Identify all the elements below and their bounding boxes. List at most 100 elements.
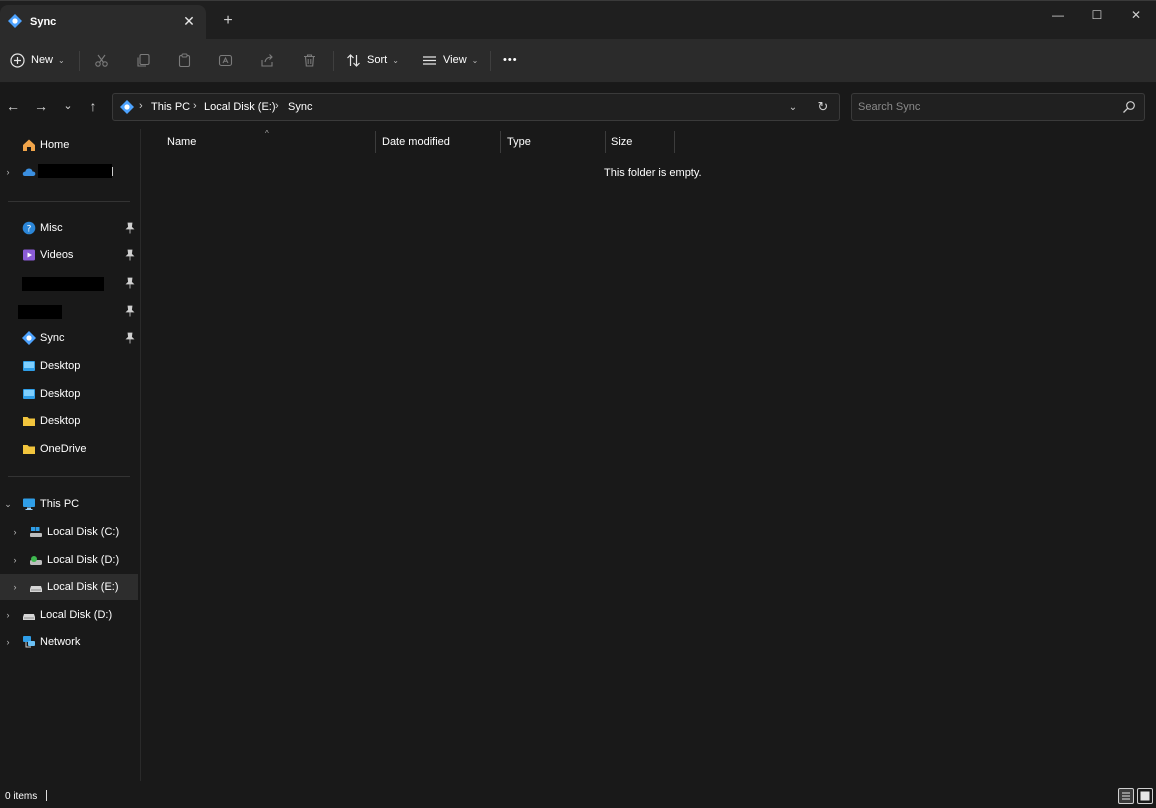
- sort-button[interactable]: Sort ⌄: [346, 49, 399, 71]
- sidebar-item-network[interactable]: › Network: [0, 629, 138, 655]
- close-window-button[interactable]: ✕: [1121, 5, 1151, 25]
- sync-icon: [8, 14, 22, 28]
- column-header-name[interactable]: Name: [167, 136, 196, 148]
- rename-button[interactable]: [218, 49, 233, 71]
- redacted-label: [18, 305, 62, 319]
- breadcrumb-this-pc[interactable]: This PC: [151, 101, 190, 113]
- navigation-pane: Home › ? Misc Videos Sync Desktop Deskto…: [0, 129, 141, 781]
- chevron-down-icon: ⌄: [392, 55, 399, 65]
- thumbnails-view-button[interactable]: [1137, 788, 1153, 804]
- sidebar-item-label: Local Disk (D:): [40, 609, 113, 621]
- chevron-right-icon[interactable]: ›: [3, 609, 13, 621]
- tab-sync[interactable]: Sync ✕: [0, 5, 206, 39]
- delete-button[interactable]: [302, 49, 317, 71]
- sidebar-item-redacted[interactable]: [0, 298, 138, 324]
- file-list-pane[interactable]: ^ Name Date modified Type Size This fold…: [141, 129, 1156, 781]
- pin-icon: [125, 332, 135, 344]
- more-options-button[interactable]: •••: [503, 49, 518, 71]
- drive-icon: [30, 556, 42, 565]
- column-divider[interactable]: [605, 131, 606, 153]
- share-button[interactable]: [260, 49, 275, 71]
- up-button[interactable]: ↑: [84, 97, 102, 115]
- redacted-label: [22, 277, 104, 291]
- sidebar-item-videos[interactable]: Videos: [0, 242, 138, 268]
- copy-button[interactable]: [136, 49, 151, 71]
- sort-icon: [347, 53, 360, 67]
- system-drive-icon: [30, 527, 42, 537]
- sidebar-item-home[interactable]: Home: [0, 132, 138, 158]
- sidebar-item-label: Local Disk (D:): [47, 554, 120, 566]
- chevron-right-icon[interactable]: ›: [10, 581, 20, 593]
- trash-icon: [304, 53, 315, 67]
- chevron-right-icon[interactable]: ›: [10, 526, 20, 538]
- new-label: New: [31, 54, 54, 66]
- tab-label: Sync: [30, 16, 57, 28]
- chevron-down-icon: ⌄: [58, 55, 65, 65]
- redacted-label: [38, 164, 112, 178]
- chevron-down-icon: ⌄: [471, 55, 479, 65]
- refresh-button[interactable]: ↻: [814, 98, 832, 116]
- chevron-down-icon[interactable]: ⌄: [3, 498, 13, 510]
- sidebar-item-local-disk-c[interactable]: › Local Disk (C:): [0, 519, 138, 545]
- folder-icon: [23, 417, 35, 426]
- sidebar-item-local-disk-d-external[interactable]: › Local Disk (D:): [0, 602, 138, 628]
- sidebar-item-this-pc[interactable]: ⌄ This PC: [0, 491, 138, 517]
- tab-close-button[interactable]: ✕: [181, 12, 197, 30]
- recent-locations-button[interactable]: ⌄: [59, 97, 77, 115]
- breadcrumb-local-disk-e[interactable]: Local Disk (E:): [204, 101, 276, 113]
- drive-icon: [23, 614, 35, 620]
- sidebar-item-sync[interactable]: Sync: [0, 325, 138, 351]
- breadcrumb-sync[interactable]: Sync: [288, 101, 312, 113]
- column-header-size[interactable]: Size: [611, 136, 632, 148]
- toolbar-divider: [333, 51, 334, 71]
- drive-icon: [30, 586, 42, 592]
- status-divider: [46, 790, 47, 801]
- column-header-type[interactable]: Type: [507, 136, 531, 148]
- column-divider[interactable]: [375, 131, 376, 153]
- sidebar-divider: [8, 476, 130, 477]
- search-box[interactable]: [851, 93, 1145, 121]
- sidebar-item-misc[interactable]: ? Misc: [0, 215, 138, 241]
- forward-button[interactable]: →: [32, 97, 50, 115]
- thumbnails-view-icon: [1140, 791, 1150, 801]
- pin-icon: [125, 277, 135, 289]
- details-view-button[interactable]: [1118, 788, 1134, 804]
- sidebar-item-desktop[interactable]: Desktop: [0, 353, 138, 379]
- pin-icon: [125, 222, 135, 234]
- new-button[interactable]: New ⌄: [10, 49, 65, 71]
- search-input[interactable]: [858, 99, 1108, 115]
- view-button[interactable]: View ⌄: [422, 49, 478, 71]
- list-view-icon: [423, 55, 436, 65]
- toolbar-divider: [79, 51, 80, 71]
- new-tab-button[interactable]: +: [219, 12, 237, 30]
- sidebar-item-label: Videos: [40, 249, 74, 261]
- chevron-right-icon[interactable]: ›: [3, 166, 13, 178]
- sidebar-item-local-disk-e[interactable]: › Local Disk (E:): [0, 574, 138, 600]
- sidebar-item-onedrive[interactable]: OneDrive: [0, 436, 138, 462]
- maximize-button[interactable]: ☐: [1082, 5, 1112, 25]
- copy-icon: [137, 53, 150, 67]
- sidebar-item-redacted[interactable]: [0, 270, 138, 296]
- back-button[interactable]: ←: [4, 97, 22, 115]
- rename-icon: [218, 54, 233, 66]
- paste-button[interactable]: [177, 49, 192, 71]
- sidebar-item-label: This PC: [40, 498, 80, 510]
- column-divider[interactable]: [500, 131, 501, 153]
- breadcrumb-separator: ›: [139, 100, 143, 112]
- sidebar-item-local-disk-d[interactable]: › Local Disk (D:): [0, 547, 138, 573]
- chevron-right-icon[interactable]: ›: [10, 554, 20, 566]
- cut-button[interactable]: [94, 49, 109, 71]
- column-header-date-modified[interactable]: Date modified: [382, 136, 450, 148]
- minimize-button[interactable]: —: [1043, 5, 1073, 25]
- plus-circle-icon: [10, 52, 25, 68]
- address-dropdown-button[interactable]: ⌄: [785, 100, 801, 116]
- search-icon[interactable]: [1122, 100, 1136, 114]
- sidebar-item-desktop[interactable]: Desktop: [0, 408, 138, 434]
- address-bar[interactable]: › This PC › Local Disk (E:) › Sync ⌄: [112, 93, 840, 121]
- chevron-right-icon[interactable]: ›: [3, 636, 13, 648]
- column-divider[interactable]: [674, 131, 675, 153]
- item-count: 0 items: [5, 791, 38, 802]
- sync-icon: [22, 331, 36, 345]
- sidebar-item-desktop[interactable]: Desktop: [0, 381, 138, 407]
- sidebar-item-onedrive-account[interactable]: ›: [0, 159, 138, 185]
